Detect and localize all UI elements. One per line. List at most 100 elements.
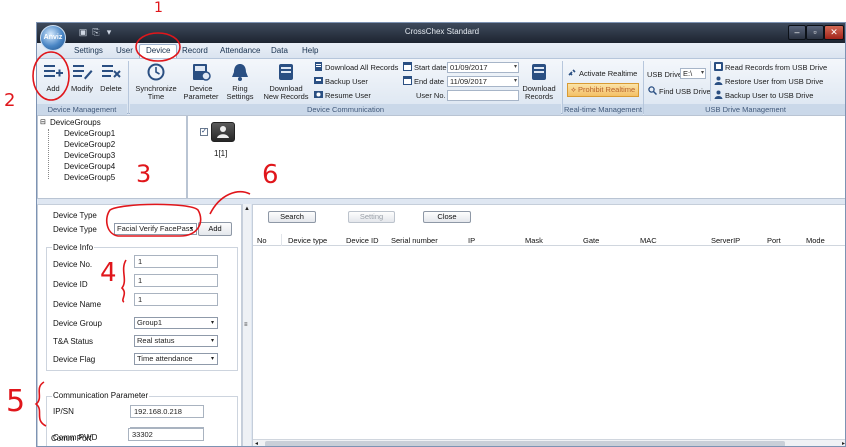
app-logo-button[interactable]: Anviz bbox=[40, 25, 66, 51]
scroll-left-icon[interactable]: ◂ bbox=[255, 440, 258, 446]
screenshot-root: ▣ ⎘ ▾ CrossChex Standard – ▫ ✕ Anviz Set… bbox=[0, 0, 846, 447]
tree-collapse-icon[interactable]: ⊟ bbox=[40, 118, 46, 126]
backup-user-button[interactable]: Backup User bbox=[314, 76, 368, 87]
column-mask[interactable]: Mask bbox=[525, 236, 543, 245]
results-grid-header: No Device type Device ID Serial number I… bbox=[253, 234, 845, 246]
device-no-input[interactable]: 1 bbox=[134, 255, 218, 268]
tab-data[interactable]: Data bbox=[271, 46, 288, 55]
scroll-up-icon[interactable]: ▲ bbox=[244, 206, 250, 212]
column-device-id[interactable]: Device ID bbox=[346, 236, 379, 245]
search-button[interactable]: Search bbox=[268, 211, 316, 223]
resume-user-button[interactable]: Resume User bbox=[314, 90, 371, 101]
device-type-select[interactable]: Facial Verify FacePass ▾ bbox=[114, 223, 197, 235]
device-tile-checkbox[interactable]: ✓ bbox=[200, 128, 208, 136]
add-device-type-button[interactable]: Add bbox=[198, 222, 232, 236]
ring-settings-button[interactable]: Ring Settings bbox=[223, 62, 257, 101]
download-new-records-label: Download New Records bbox=[263, 84, 309, 101]
start-date-label: Start date bbox=[403, 62, 447, 73]
clock-icon bbox=[147, 63, 165, 81]
modify-device-button[interactable]: Modify bbox=[68, 62, 96, 93]
ribbon-separator bbox=[710, 61, 711, 101]
end-date-field[interactable]: 11/09/2017 ▾ bbox=[447, 76, 519, 87]
device-group-select[interactable]: Group1 ▾ bbox=[134, 317, 218, 329]
device-type-value: Facial Verify FacePass bbox=[117, 224, 194, 233]
find-usb-drive-button[interactable]: Find USB Drive bbox=[648, 86, 711, 97]
backup-user-usb-label: Backup User to USB Drive bbox=[725, 91, 814, 100]
column-device-type[interactable]: Device type bbox=[288, 236, 327, 245]
column-mac[interactable]: MAC bbox=[640, 236, 657, 245]
tree-item-devicegroup4[interactable]: DeviceGroup4 bbox=[64, 162, 115, 171]
tab-settings[interactable]: Settings bbox=[74, 46, 103, 55]
facial-device-icon[interactable] bbox=[211, 122, 235, 142]
activate-realtime-label: Activate Realtime bbox=[579, 69, 638, 78]
delete-device-button[interactable]: Delete bbox=[98, 62, 124, 93]
comm-port-input[interactable]: 33302 bbox=[128, 428, 204, 441]
maximize-button[interactable]: ▫ bbox=[806, 25, 824, 40]
chevron-down-icon: ▾ bbox=[210, 356, 214, 362]
column-port[interactable]: Port bbox=[767, 236, 781, 245]
tab-help[interactable]: Help bbox=[302, 46, 318, 55]
restore-user-usb-button[interactable]: Restore User from USB Drive bbox=[714, 76, 823, 87]
tree-root[interactable]: DeviceGroups bbox=[50, 118, 101, 127]
ribbon: Add Modify Delete Device Management Sync… bbox=[37, 58, 845, 115]
column-ip[interactable]: IP bbox=[468, 236, 475, 245]
synchronize-time-button[interactable]: Synchronize Time bbox=[133, 62, 179, 101]
add-device-icon bbox=[44, 65, 63, 77]
usb-drive-select[interactable]: E:\ ▾ bbox=[680, 68, 706, 79]
usb-drive-management-group-label: USB Drive Management bbox=[644, 104, 845, 115]
tab-attendance[interactable]: Attendance bbox=[220, 46, 260, 55]
scroll-grip-icon[interactable]: ≡ bbox=[244, 322, 248, 328]
device-parameter-button[interactable]: Device Parameter bbox=[182, 62, 220, 101]
start-date-field[interactable]: 01/09/2017 ▾ bbox=[447, 62, 519, 73]
tree-item-devicegroup3[interactable]: DeviceGroup3 bbox=[64, 151, 115, 160]
device-type-section-title: Device Type bbox=[53, 211, 97, 220]
device-info-section-title: Device Info bbox=[52, 243, 95, 252]
tab-device[interactable]: Device bbox=[139, 44, 178, 58]
delete-device-label: Delete bbox=[100, 84, 122, 93]
form-vertical-scrollbar[interactable]: ▲ ≡ bbox=[242, 204, 251, 446]
results-horizontal-scrollbar[interactable]: ◂ ▸ bbox=[253, 439, 845, 446]
device-no-label: Device No. bbox=[53, 260, 93, 269]
window-title: CrossChex Standard bbox=[404, 27, 480, 36]
ip-sn-input[interactable]: 192.168.0.218 bbox=[130, 405, 204, 418]
backup-user-usb-button[interactable]: Backup User to USB Drive bbox=[714, 90, 813, 101]
read-records-icon bbox=[714, 62, 723, 71]
end-date-value: 11/09/2017 bbox=[450, 77, 487, 86]
ta-status-select[interactable]: Real status ▾ bbox=[134, 335, 218, 347]
device-id-input[interactable]: 1 bbox=[134, 274, 218, 287]
user-no-field[interactable] bbox=[447, 90, 519, 101]
tree-item-devicegroup5[interactable]: DeviceGroup5 bbox=[64, 173, 115, 182]
scroll-right-icon[interactable]: ▸ bbox=[842, 440, 845, 446]
device-type-label: Device Type bbox=[53, 225, 97, 234]
read-records-usb-button[interactable]: Read Records from USB Drive bbox=[714, 62, 827, 73]
tree-item-devicegroup1[interactable]: DeviceGroup1 bbox=[64, 129, 115, 138]
column-serverip[interactable]: ServerIP bbox=[711, 236, 740, 245]
column-gate[interactable]: Gate bbox=[583, 236, 599, 245]
column-no[interactable]: No bbox=[257, 236, 267, 245]
add-device-button[interactable]: Add bbox=[41, 62, 65, 93]
app-logo-text: Anviz bbox=[43, 34, 63, 41]
setting-button[interactable]: Setting bbox=[348, 211, 395, 223]
download-records-button[interactable]: Download Records bbox=[522, 62, 556, 101]
prohibit-realtime-button[interactable]: ⟡ Prohibit Realtime bbox=[567, 83, 640, 97]
chevron-down-icon: ▾ bbox=[210, 338, 214, 344]
device-flag-select[interactable]: Time attendance ▾ bbox=[134, 353, 218, 365]
tab-user[interactable]: User bbox=[116, 46, 133, 55]
annotation-number-5: 5 bbox=[6, 384, 26, 419]
scroll-thumb[interactable] bbox=[265, 441, 785, 446]
user-icon bbox=[714, 76, 723, 85]
device-name-input[interactable]: 1 bbox=[134, 293, 218, 306]
minimize-button[interactable]: – bbox=[788, 25, 806, 40]
tab-record[interactable]: Record bbox=[182, 46, 208, 55]
device-group-tree: ⊟ DeviceGroups DeviceGroup1 DeviceGroup2… bbox=[37, 115, 187, 199]
close-button[interactable]: ✕ bbox=[824, 25, 844, 40]
annotation-number-6: 6 bbox=[262, 160, 279, 190]
column-mode[interactable]: Mode bbox=[806, 236, 825, 245]
download-new-records-button[interactable]: Download New Records bbox=[263, 62, 309, 101]
tree-item-devicegroup2[interactable]: DeviceGroup2 bbox=[64, 140, 115, 149]
close-search-button[interactable]: Close bbox=[423, 211, 471, 223]
activate-realtime-button[interactable]: Activate Realtime bbox=[568, 68, 637, 79]
read-records-usb-label: Read Records from USB Drive bbox=[725, 63, 828, 72]
download-all-records-button[interactable]: Download All Records bbox=[314, 62, 398, 73]
column-serial-number[interactable]: Serial number bbox=[391, 236, 438, 245]
